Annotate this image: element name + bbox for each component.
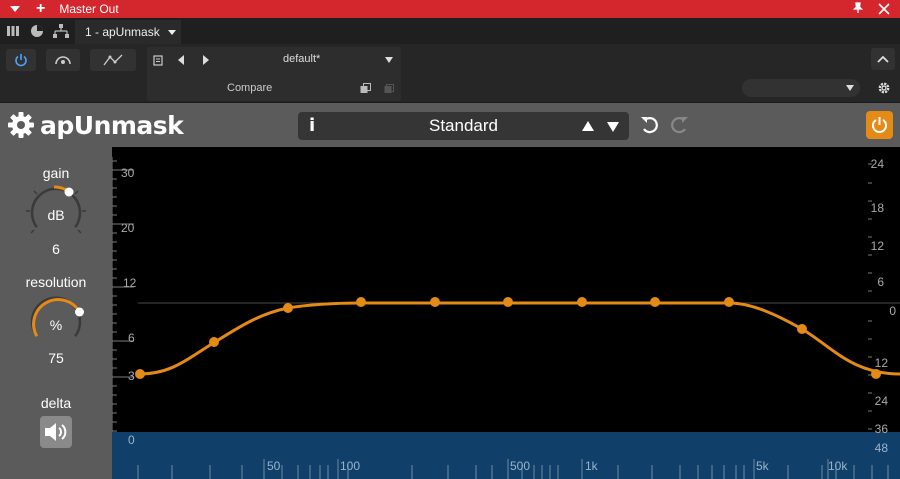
resolution-label: resolution — [25, 274, 87, 290]
preset-up-icon[interactable] — [582, 121, 594, 131]
resolution-unit: % — [50, 317, 62, 333]
eq-curve — [138, 301, 900, 376]
chevron-down-icon — [846, 85, 854, 91]
plugin-chain-bar: 1 - apUnmask — [0, 18, 900, 44]
right-axis-label: 18 — [871, 201, 885, 215]
preset-file-icon[interactable] — [153, 55, 163, 66]
plugin-slot-select[interactable]: 1 - apUnmask — [75, 20, 181, 44]
gear-icon[interactable] — [877, 81, 891, 95]
right-axis-label: 12 — [871, 239, 885, 253]
right-axis-label: 12 — [875, 356, 889, 370]
power-toggle-button[interactable] — [6, 49, 36, 71]
preset-dropdown-icon[interactable] — [385, 57, 393, 63]
plugin-preset-name[interactable]: Standard — [298, 116, 629, 136]
eq-graph[interactable]: 30 20 12 6 3 0 24 18 12 6 0 12 24 36 48 … — [111, 147, 900, 479]
next-preset-icon[interactable] — [202, 54, 210, 66]
speaker-icon — [45, 423, 67, 441]
preset-name[interactable]: default* — [283, 53, 320, 65]
eq-node-handle[interactable] — [797, 324, 807, 334]
spectrum-floor — [112, 432, 900, 479]
eq-node-handle[interactable] — [577, 297, 587, 307]
redo-icon[interactable] — [669, 115, 689, 135]
eq-node-handle[interactable] — [135, 369, 145, 379]
channel-strip-icon[interactable] — [6, 24, 20, 38]
freq-axis-label: 5k — [756, 459, 770, 473]
left-axis-label: 0 — [128, 433, 135, 447]
copy-icon[interactable] — [360, 83, 371, 94]
preset-panel: default* Compare — [147, 47, 401, 101]
plugin-header: apUnmask i Standard — [0, 103, 900, 147]
preset-down-icon[interactable] — [607, 122, 619, 132]
plugin-power-button[interactable] — [866, 111, 893, 139]
right-axis-label: 24 — [871, 157, 885, 171]
chevron-up-icon — [877, 55, 889, 63]
right-select[interactable] — [742, 79, 860, 97]
sidechain-button[interactable] — [46, 49, 80, 71]
plugin-slot-label: 1 - apUnmask — [85, 25, 160, 39]
plugin-preset-selector[interactable]: i Standard — [298, 112, 629, 140]
eq-node-handle[interactable] — [503, 297, 513, 307]
delta-button[interactable] — [40, 416, 72, 448]
automation-icon — [103, 54, 123, 66]
previous-preset-icon[interactable] — [177, 54, 185, 66]
sidechain-icon — [55, 56, 71, 65]
right-axis-label: 48 — [875, 441, 889, 455]
chevron-down-icon — [167, 30, 176, 36]
freq-axis-label: 50 — [267, 459, 281, 473]
left-axis-label: 20 — [121, 221, 135, 235]
eq-node-handle[interactable] — [650, 297, 660, 307]
menu-dropdown-icon[interactable] — [10, 6, 20, 12]
left-axis-label: 12 — [123, 276, 137, 290]
left-axis-label: 30 — [121, 166, 135, 180]
gain-unit: dB — [47, 207, 64, 223]
resolution-knob[interactable]: % — [24, 292, 88, 346]
eq-node-handle[interactable] — [430, 297, 440, 307]
add-icon[interactable]: + — [36, 0, 45, 18]
gain-value: 6 — [52, 241, 60, 257]
freq-axis-label: 10k — [828, 459, 848, 473]
right-axis-label: 24 — [875, 394, 889, 408]
eq-node-handle[interactable] — [209, 337, 219, 347]
undo-icon[interactable] — [640, 115, 660, 135]
delta-label: delta — [40, 395, 72, 411]
power-icon — [872, 117, 887, 133]
right-axis-label: 36 — [875, 422, 889, 436]
gain-label: gain — [42, 165, 70, 181]
routing-icon[interactable] — [53, 24, 69, 38]
eq-node-handle[interactable] — [356, 297, 366, 307]
right-axis-label: 0 — [889, 304, 896, 318]
collapse-button[interactable] — [871, 48, 895, 70]
left-axis-label: 6 — [128, 331, 135, 345]
window-title: Master Out — [59, 2, 119, 16]
automation-button[interactable] — [90, 49, 136, 71]
meter-icon[interactable] — [30, 24, 44, 38]
eq-node-handle[interactable] — [871, 369, 881, 379]
left-axis-label: 3 — [128, 369, 135, 383]
right-axis-label: 6 — [877, 275, 884, 289]
control-panel: gain dB 6 resolution % 75 delta — [0, 147, 112, 479]
paste-icon[interactable] — [384, 84, 394, 94]
eq-curve-chart[interactable]: 30 20 12 6 3 0 24 18 12 6 0 12 24 36 48 … — [111, 147, 900, 479]
host-toolbar: default* Compare — [0, 44, 900, 102]
close-icon[interactable] — [878, 0, 890, 19]
resolution-value: 75 — [48, 350, 64, 366]
settings-gear-icon[interactable] — [8, 112, 34, 138]
freq-axis-label: 1k — [585, 459, 599, 473]
pin-icon[interactable] — [852, 2, 864, 17]
power-icon — [15, 54, 27, 67]
gain-knob[interactable]: dB — [24, 183, 88, 237]
eq-node-handle[interactable] — [283, 303, 293, 313]
freq-axis-label: 100 — [340, 459, 360, 473]
eq-node-handle[interactable] — [724, 297, 734, 307]
compare-button[interactable]: Compare — [227, 82, 272, 94]
freq-axis-label: 500 — [510, 459, 530, 473]
window-titlebar: + Master Out — [0, 0, 900, 18]
plugin-name: apUnmask — [40, 111, 184, 140]
